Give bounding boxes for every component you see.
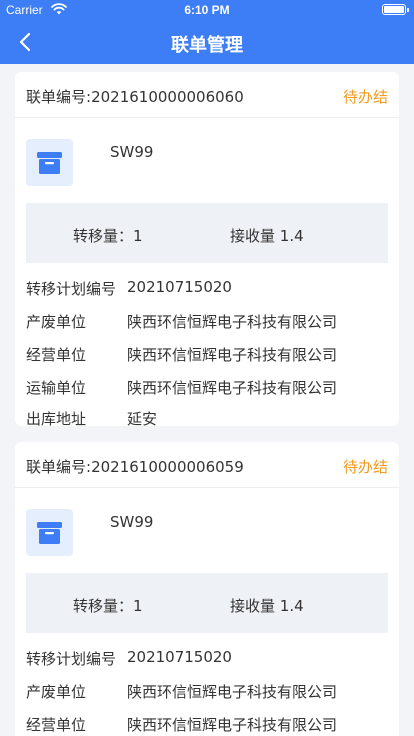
page-title: 联单管理: [171, 35, 243, 56]
archive-box-icon: [26, 139, 73, 186]
manifest-number: 联单编号:2021610000006060: [26, 86, 244, 107]
receive-quantity-label: 接收量: [230, 227, 276, 245]
quantity-panel: 转移量：1 接收量 1.4: [26, 573, 388, 633]
info-label: 产废单位: [26, 313, 87, 331]
receive-quantity-value: 1.4: [279, 597, 304, 615]
card-header: 联单编号:2021610000006059 待办结: [15, 442, 399, 488]
transfer-quantity-label: 转移量：: [73, 597, 134, 615]
transfer-quantity: 转移量：1: [73, 225, 143, 246]
info-label: 出库地址: [26, 410, 87, 428]
waste-code: SW99: [110, 513, 154, 531]
info-label: 产废单位: [26, 683, 87, 701]
manifest-card[interactable]: 联单编号:2021610000006060 待办结 SW99 转移量：1 接收量…: [15, 72, 399, 428]
waste-code: SW99: [110, 143, 154, 161]
manifest-number-label: 联单编号:: [26, 458, 92, 476]
manifest-list[interactable]: 联单编号:2021610000006060 待办结 SW99 转移量：1 接收量…: [0, 64, 414, 736]
receive-quantity-label: 接收量: [230, 597, 276, 615]
info-label: 运输单位: [26, 379, 87, 397]
archive-box-icon: [26, 509, 73, 556]
manifest-number: 联单编号:2021610000006059: [26, 456, 244, 477]
info-label: 经营单位: [26, 716, 87, 734]
receive-quantity: 接收量 1.4: [230, 225, 304, 246]
info-value: 陕西环信恒辉电子科技有限公司: [127, 313, 338, 331]
card-header: 联单编号:2021610000006060 待办结: [15, 72, 399, 118]
battery-icon: [382, 4, 409, 15]
info-value: 陕西环信恒辉电子科技有限公司: [127, 716, 338, 734]
transfer-quantity-label: 转移量：: [73, 227, 134, 245]
info-value: 20210715020: [127, 278, 232, 296]
info-label: 转移计划编号: [26, 650, 117, 668]
info-label: 转移计划编号: [26, 280, 117, 298]
manifest-number-value: 2021610000006059: [91, 458, 244, 476]
status-badge[interactable]: 待办结: [343, 86, 388, 107]
transfer-quantity: 转移量：1: [73, 595, 143, 616]
status-bar: Carrier 6:10 PM: [0, 0, 414, 20]
manifest-card[interactable]: 联单编号:2021610000006059 待办结 SW99 转移量：1 接收量…: [15, 442, 399, 736]
info-label: 经营单位: [26, 346, 87, 364]
manifest-number-value: 2021610000006060: [91, 88, 244, 106]
info-value: 20210715020: [127, 648, 232, 666]
info-value: 陕西环信恒辉电子科技有限公司: [127, 379, 338, 397]
receive-quantity: 接收量 1.4: [230, 595, 304, 616]
receive-quantity-value: 1.4: [279, 227, 304, 245]
status-badge[interactable]: 待办结: [343, 456, 388, 477]
info-value: 陕西环信恒辉电子科技有限公司: [127, 346, 338, 364]
manifest-number-label: 联单编号:: [26, 88, 92, 106]
clock: 6:10 PM: [184, 3, 230, 17]
transfer-quantity-value: 1: [133, 597, 143, 615]
transfer-quantity-value: 1: [133, 227, 143, 245]
info-value: 延安: [127, 410, 158, 428]
quantity-panel: 转移量：1 接收量 1.4: [26, 203, 388, 263]
info-value: 陕西环信恒辉电子科技有限公司: [127, 683, 338, 701]
nav-bar: 联单管理: [0, 20, 414, 64]
